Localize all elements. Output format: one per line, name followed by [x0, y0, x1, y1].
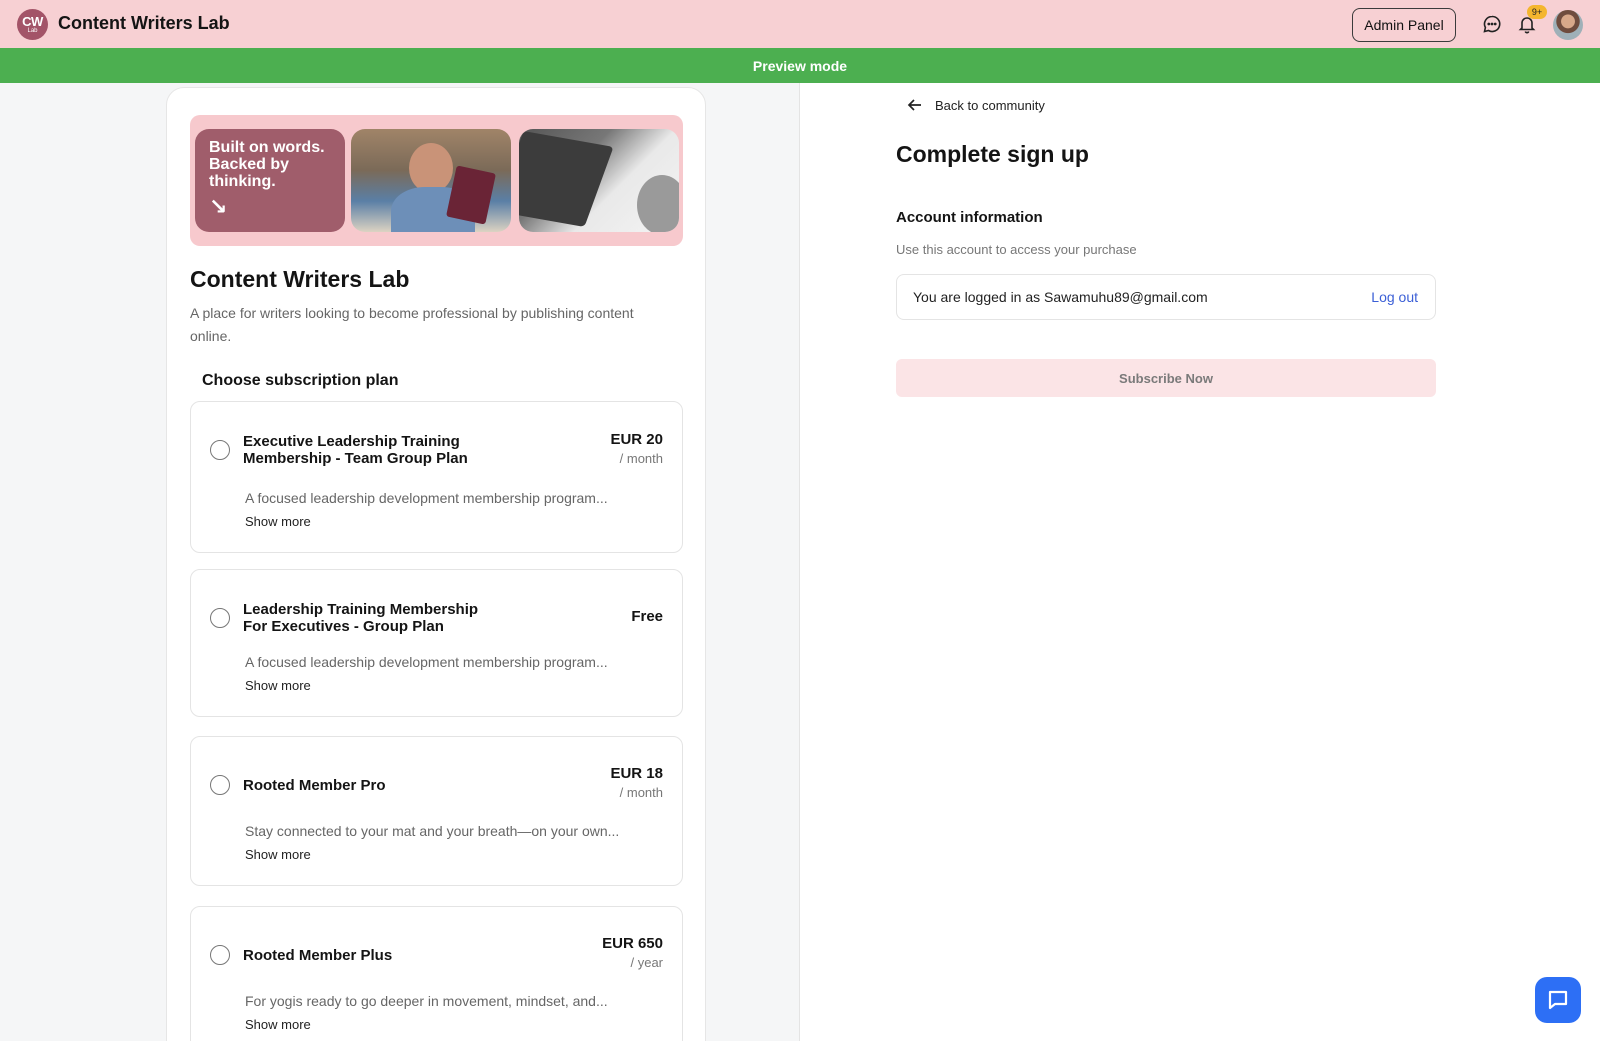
plan-name: Rooted Member Pro: [243, 777, 386, 794]
community-panel: Built on words. Backed by thinking. ↘ Co…: [0, 83, 800, 1041]
show-more-link[interactable]: Show more: [245, 1017, 311, 1032]
photo-face: [409, 143, 453, 193]
banner-text-tile: Built on words. Backed by thinking. ↘: [195, 129, 345, 232]
plan-description: A focused leadership development members…: [245, 490, 608, 506]
photo-keyboard: [519, 131, 614, 227]
account-info-subtitle: Use this account to access your purchase: [896, 242, 1137, 257]
account-info-heading: Account information: [896, 209, 1043, 226]
plan-description: Stay connected to your mat and your brea…: [245, 823, 620, 839]
arrow-down-right-icon: ↘: [209, 194, 228, 219]
preview-mode-banner: Preview mode: [0, 48, 1600, 83]
plan-radio[interactable]: [210, 945, 230, 965]
preview-label: Preview mode: [752, 57, 848, 74]
banner-tagline: Built on words. Backed by thinking.: [209, 139, 325, 190]
plan-radio[interactable]: [210, 440, 230, 460]
plan-period: / month: [619, 785, 663, 800]
plan-radio[interactable]: [210, 608, 230, 628]
plan-card[interactable]: Rooted Member Pro EUR 18 / month Stay co…: [190, 736, 683, 886]
admin-panel-button[interactable]: Admin Panel: [1352, 8, 1456, 42]
user-avatar[interactable]: [1553, 10, 1583, 40]
plan-radio[interactable]: [210, 775, 230, 795]
community-title: Content Writers Lab: [190, 266, 410, 292]
photo-person: [637, 175, 679, 232]
plan-name: Executive Leadership Training Membership…: [243, 433, 468, 467]
show-more-link[interactable]: Show more: [245, 514, 311, 529]
back-to-community-link[interactable]: Back to community: [906, 96, 1045, 114]
top-bar: CW Lab Content Writers Lab Admin Panel 9…: [0, 0, 1600, 48]
plan-card[interactable]: Executive Leadership Training Membership…: [190, 401, 683, 553]
chat-bubble-icon: [1548, 990, 1568, 1010]
show-more-link[interactable]: Show more: [245, 678, 311, 693]
show-more-link[interactable]: Show more: [245, 847, 311, 862]
banner-photo-writer: [351, 129, 511, 232]
logged-in-text: You are logged in as Sawamuhu89@gmail.co…: [913, 289, 1208, 305]
plan-price: Free: [631, 608, 663, 625]
plan-card[interactable]: Leadership Training Membership For Execu…: [190, 569, 683, 717]
plan-name: Leadership Training Membership For Execu…: [243, 601, 479, 635]
community-description: A place for writers looking to become pr…: [190, 305, 634, 344]
community-card: Built on words. Backed by thinking. ↘ Co…: [166, 87, 706, 1041]
community-logo[interactable]: CW Lab: [17, 9, 48, 40]
plan-description: A focused leadership development members…: [245, 654, 608, 670]
photo-book: [446, 165, 496, 225]
banner-photo-laptop: [519, 129, 679, 232]
plan-description: For yogis ready to go deeper in movement…: [245, 993, 608, 1009]
plan-price: EUR 20: [610, 431, 663, 448]
logout-link[interactable]: Log out: [1371, 289, 1418, 305]
support-chat-button[interactable]: [1535, 977, 1581, 1023]
logo-subtext: Lab: [27, 28, 38, 34]
back-label: Back to community: [935, 97, 1045, 113]
brand-name[interactable]: Content Writers Lab: [58, 13, 230, 34]
plan-period: / year: [630, 955, 663, 970]
plan-name: Rooted Member Plus: [243, 947, 393, 964]
logged-in-box: You are logged in as Sawamuhu89@gmail.co…: [896, 274, 1436, 320]
notification-badge: 9+: [1527, 5, 1547, 19]
arrow-left-icon: [907, 99, 921, 111]
signup-title: Complete sign up: [896, 141, 1089, 167]
community-banner: Built on words. Backed by thinking. ↘: [190, 115, 683, 246]
plan-price: EUR 18: [610, 765, 663, 782]
plan-period: / month: [619, 451, 663, 466]
logo-text: CW: [22, 14, 43, 29]
choose-plan-heading: Choose subscription plan: [202, 372, 399, 389]
chat-icon[interactable]: [1481, 13, 1503, 35]
plan-card[interactable]: Rooted Member Plus EUR 650 / year For yo…: [190, 906, 683, 1041]
subscribe-now-button[interactable]: Subscribe Now: [896, 359, 1436, 397]
plan-price: EUR 650: [602, 935, 663, 952]
